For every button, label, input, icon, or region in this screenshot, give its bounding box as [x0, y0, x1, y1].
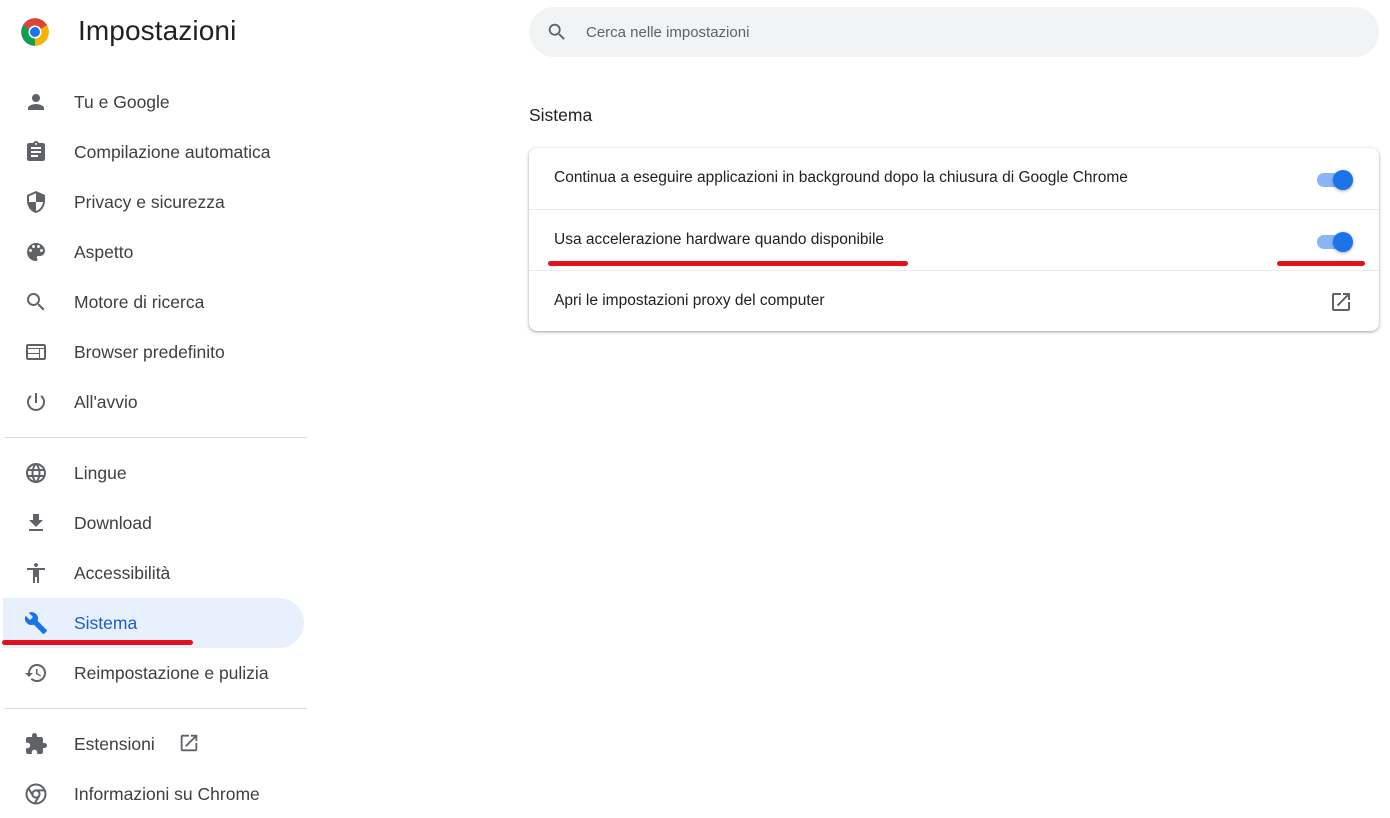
sidebar-item-tu-e-google[interactable]: Tu e Google	[0, 77, 304, 127]
wrench-icon	[24, 611, 48, 635]
setting-label: Continua a eseguire applicazioni in back…	[554, 169, 1128, 186]
accessibility-icon	[24, 561, 48, 585]
sidebar-divider	[4, 708, 307, 709]
sidebar-item-label: Lingue	[74, 463, 127, 483]
history-icon	[24, 661, 48, 685]
browser-window-icon	[24, 340, 48, 364]
section-title: Sistema	[529, 105, 593, 125]
sidebar-item-label: Accessibilità	[74, 563, 171, 583]
toggle-knob	[1333, 170, 1353, 190]
sidebar-item-label: Sistema	[74, 613, 138, 633]
toggle-knob	[1333, 232, 1353, 252]
sidebar-item-label: Privacy e sicurezza	[74, 192, 225, 212]
sidebar-item-label: Estensioni	[74, 734, 155, 754]
search-icon	[548, 23, 565, 40]
setting-label: Apri le impostazioni proxy del computer	[554, 292, 825, 309]
sidebar-item-accessibilita[interactable]: Accessibilità	[0, 548, 304, 598]
sidebar-item-reimpostazione[interactable]: Reimpostazione e pulizia	[0, 648, 304, 698]
search-icon	[24, 290, 48, 314]
sidebar-item-browser-predefinito[interactable]: Browser predefinito	[0, 327, 304, 377]
sidebar-item-label: Download	[74, 513, 152, 533]
download-icon	[24, 511, 48, 535]
annotation-underline-toggle	[1277, 261, 1365, 266]
sidebar-item-download[interactable]: Download	[0, 498, 304, 548]
settings-page: Impostazioni Tu e Google Compilazione au…	[0, 0, 1390, 818]
annotation-underline-sidebar	[2, 640, 193, 645]
sidebar-item-label: Aspetto	[74, 242, 134, 262]
setting-row-background-apps: Continua a eseguire applicazioni in back…	[529, 148, 1379, 209]
puzzle-icon	[24, 732, 48, 756]
sidebar-item-label: Compilazione automatica	[74, 142, 271, 162]
globe-icon	[24, 461, 48, 485]
sidebar-divider	[4, 437, 307, 438]
sidebar-item-lingue[interactable]: Lingue	[0, 448, 304, 498]
sidebar-item-label: Tu e Google	[74, 92, 170, 112]
open-in-new-icon[interactable]	[178, 732, 200, 754]
sidebar-item-all-avvio[interactable]: All'avvio	[0, 377, 304, 427]
hardware-acceleration-toggle[interactable]	[1315, 230, 1355, 252]
sidebar-item-label: Reimpostazione e pulizia	[74, 663, 269, 683]
sidebar-item-privacy[interactable]: Privacy e sicurezza	[0, 177, 304, 227]
sidebar-item-label: Browser predefinito	[74, 342, 225, 362]
sidebar-item-label: Informazioni su Chrome	[74, 784, 260, 804]
sidebar-item-estensioni[interactable]: Estensioni	[0, 719, 304, 769]
sidebar-item-info-chrome[interactable]: Informazioni su Chrome	[0, 769, 304, 818]
setting-row-proxy[interactable]: Apri le impostazioni proxy del computer	[529, 270, 1379, 331]
settings-card: Continua a eseguire applicazioni in back…	[529, 148, 1379, 331]
search-bar[interactable]	[529, 7, 1379, 57]
power-icon	[24, 390, 48, 414]
annotation-underline-label	[548, 261, 908, 266]
chrome-outline-icon	[24, 782, 48, 806]
chrome-logo-icon	[21, 18, 49, 46]
shield-icon	[24, 190, 48, 214]
page-title: Impostazioni	[78, 15, 237, 46]
sidebar-nav: Tu e Google Compilazione automatica Priv…	[0, 77, 310, 818]
sidebar-item-compilazione[interactable]: Compilazione automatica	[0, 127, 304, 177]
sidebar-item-aspetto[interactable]: Aspetto	[0, 227, 304, 277]
sidebar-item-label: All'avvio	[74, 392, 138, 412]
sidebar-item-motore-ricerca[interactable]: Motore di ricerca	[0, 277, 304, 327]
background-apps-toggle[interactable]	[1315, 168, 1355, 190]
person-icon	[24, 90, 48, 114]
sidebar-item-label: Motore di ricerca	[74, 292, 205, 312]
search-input[interactable]	[586, 7, 1346, 57]
palette-icon	[24, 240, 48, 264]
open-in-new-icon[interactable]	[1329, 290, 1353, 314]
setting-label: Usa accelerazione hardware quando dispon…	[554, 231, 885, 248]
clipboard-icon	[24, 140, 48, 164]
